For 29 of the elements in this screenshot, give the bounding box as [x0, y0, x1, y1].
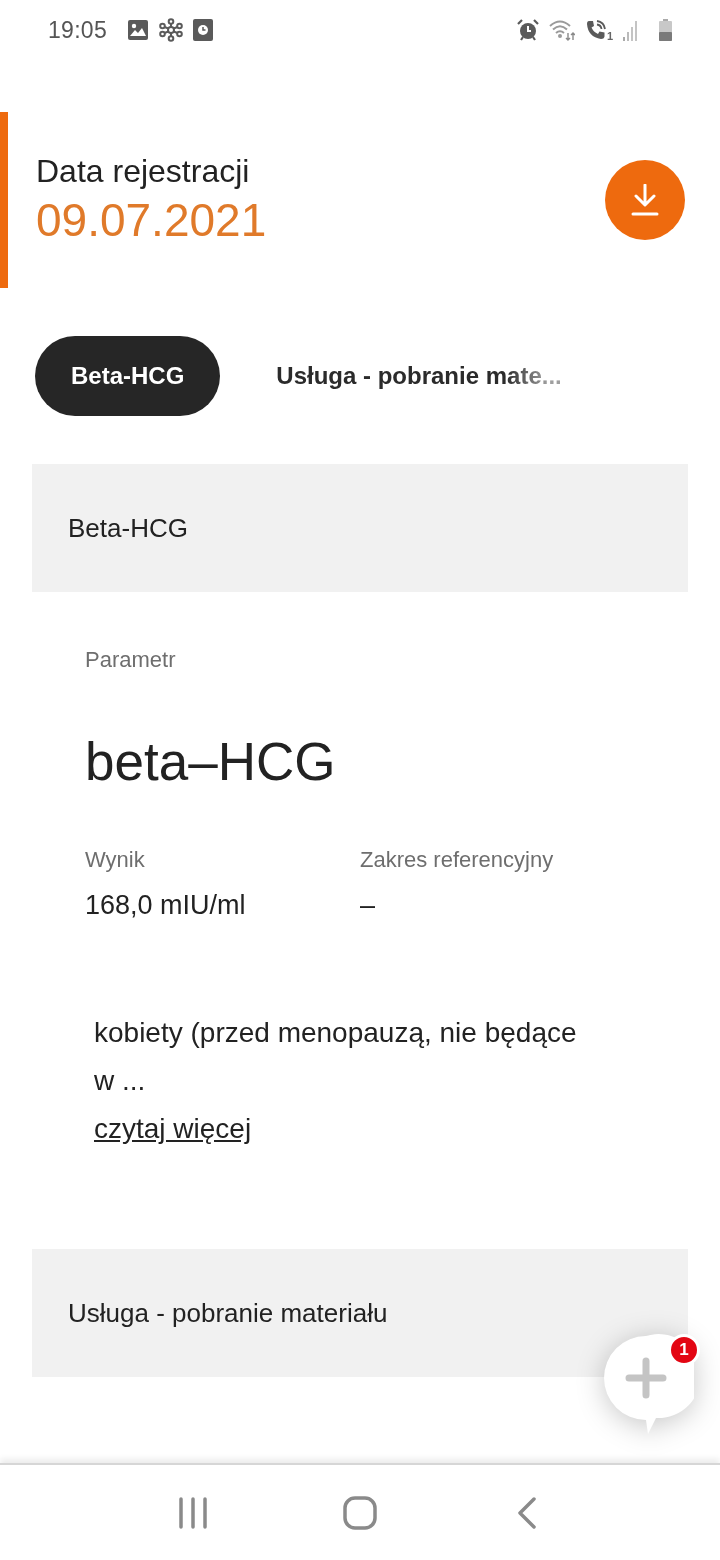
note-text: kobiety (przed menopauzą, nie będące w ...	[94, 1016, 578, 1098]
battery-icon	[659, 19, 672, 41]
result-value: 168,0 mIU/ml	[85, 889, 246, 922]
back-icon	[516, 1496, 537, 1529]
read-more-link[interactable]: czytaj więcej	[94, 1105, 252, 1153]
recents-icon	[178, 1496, 209, 1529]
hub-icon	[159, 18, 184, 42]
home-icon	[343, 1495, 377, 1530]
download-icon	[630, 184, 660, 216]
tab[interactable]: Usługa - pobranie mate...	[240, 336, 598, 416]
reference-range-label: Zakres referencyjny	[360, 846, 554, 874]
sim-number: 1	[606, 30, 613, 42]
reference-range-value: –	[360, 889, 376, 922]
registration-label: Data rejestracji	[36, 152, 251, 191]
image-icon	[127, 19, 150, 41]
clock-icon	[193, 19, 214, 41]
wifi-icon	[548, 19, 575, 41]
registration-date: 09.07.2021	[36, 193, 267, 248]
tab[interactable]: Beta-HCG	[35, 336, 221, 416]
alarm-clock-icon	[516, 19, 539, 41]
phone-call-icon	[584, 19, 607, 41]
plus-icon	[625, 1357, 667, 1399]
signal-icon	[623, 19, 637, 41]
section-header[interactable]: Beta-HCG	[32, 464, 688, 592]
parameter-label: Parametr	[85, 646, 177, 674]
parameter-name: beta–HCG	[85, 731, 337, 793]
status-time: 19:05	[48, 16, 108, 44]
notification-badge: 1	[668, 1334, 700, 1366]
result-label: Wynik	[85, 846, 145, 874]
